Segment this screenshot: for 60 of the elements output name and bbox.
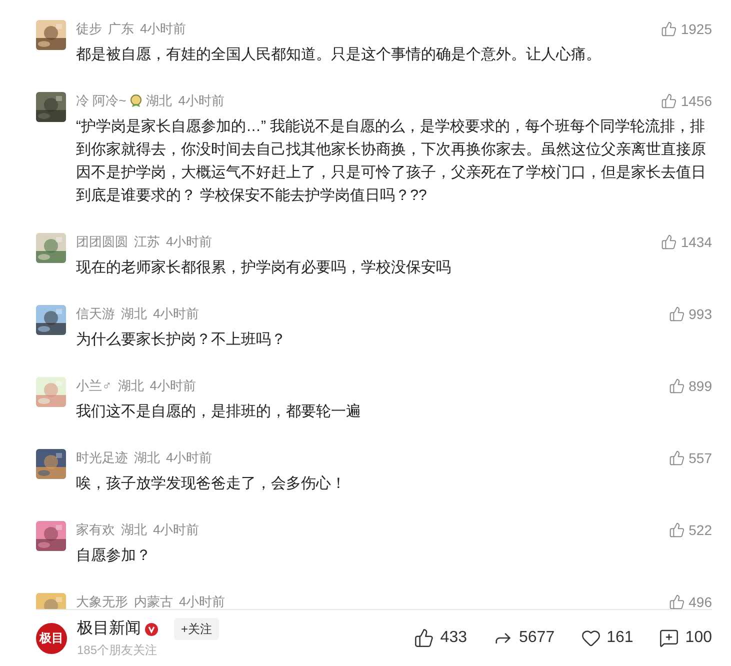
thumbs-up-icon (668, 378, 685, 394)
thumbs-up-icon (668, 594, 685, 609)
region: 内蒙古 (134, 593, 173, 609)
source-name[interactable]: 极目新闻 (77, 617, 141, 641)
share-button[interactable]: 5677 (493, 626, 555, 650)
comment-text: 为什么要家长护岗？不上班吗？ (76, 330, 287, 350)
comment-text: 都是被自愿，有娃的全国人民都知道。只是这个事情的确是个意外。让人心痛。 (76, 45, 602, 65)
comment-text: 现在的老师家长都很累，护学岗有必要吗，学校没保安吗 (76, 258, 452, 278)
medal-icon (129, 94, 144, 108)
comment-text: 自愿参加？ (76, 546, 152, 566)
like-button[interactable]: 993 (668, 304, 712, 324)
follow-button[interactable]: +关注 (174, 618, 220, 640)
comment-button[interactable]: 100 (659, 626, 712, 650)
region: 江苏 (134, 233, 160, 252)
followers-count: 185个朋友关注 (77, 642, 158, 659)
timestamp: 4小时前 (153, 305, 200, 324)
username[interactable]: 团团圆圆 (76, 232, 128, 252)
like-button[interactable]: 1434 (660, 232, 712, 252)
timestamp: 4小时前 (166, 233, 212, 252)
timestamp: 4小时前 (150, 377, 196, 396)
comment-text: “护学岗是家长自愿参加的…” 我能说不是自愿的么，是学校要求的，每个班每个同学轮流排，排到你家就得去，你没时间去自己找其他家长协商换，下次再换你家去。虽然这位父亲离世直接原因不是护学岗，大概运气不好赶上了，只是可怜了孩子，父亲死在了学校门口，但是家长去值日到底是谁要求的？ 学校保安不能去护学岗值日吗？?? (76, 117, 707, 206)
thumbs-up-icon (414, 628, 434, 648)
region: 湖北 (134, 449, 160, 468)
comment-text: 我们这不是自愿的，是排班的，都要轮一遍 (76, 402, 362, 422)
region: 湖北 (146, 92, 172, 110)
thumbs-up-icon (668, 306, 685, 322)
like-button[interactable]: 557 (668, 448, 712, 468)
favorite-button[interactable]: 161 (580, 626, 634, 650)
thumbs-up-icon (660, 93, 677, 109)
like-button[interactable]: 522 (668, 520, 712, 540)
like-button[interactable]: 1456 (660, 90, 712, 112)
thumbs-up-icon (660, 234, 677, 250)
like-button[interactable]: 899 (668, 376, 712, 396)
verified-icon (145, 622, 158, 636)
timestamp: 4小时前 (153, 521, 200, 540)
timestamp: 4小时前 (178, 92, 224, 110)
username[interactable]: 时光足迹 (76, 448, 128, 468)
region: 湖北 (121, 521, 147, 540)
username[interactable]: 冷 阿冷~ (76, 91, 126, 111)
region: 湖北 (121, 305, 147, 324)
heart-icon (580, 628, 601, 648)
like-button[interactable]: 433 (414, 626, 467, 650)
region: 广东 (108, 20, 134, 38)
logo: 极目 (36, 622, 67, 654)
comment-text: 唉，孩子放学发现爸爸走了，会多伤心！ (76, 474, 347, 494)
username[interactable]: 小兰♂ (76, 376, 112, 396)
timestamp: 4小时前 (166, 449, 212, 468)
like-button[interactable]: 496 (668, 592, 712, 609)
comment-icon (659, 628, 680, 648)
thumbs-up-icon (668, 522, 685, 538)
timestamp: 4小时前 (179, 593, 226, 609)
username[interactable]: 家有欢 (76, 520, 115, 540)
thumbs-up-icon (660, 21, 677, 37)
username[interactable]: 徒步 (76, 19, 102, 39)
region: 湖北 (118, 377, 144, 396)
thumbs-up-icon (668, 450, 685, 466)
username[interactable]: 大象无形 (76, 592, 128, 609)
username[interactable]: 信天游 (76, 304, 115, 324)
timestamp: 4小时前 (140, 20, 186, 38)
like-button[interactable]: 1925 (660, 18, 712, 40)
